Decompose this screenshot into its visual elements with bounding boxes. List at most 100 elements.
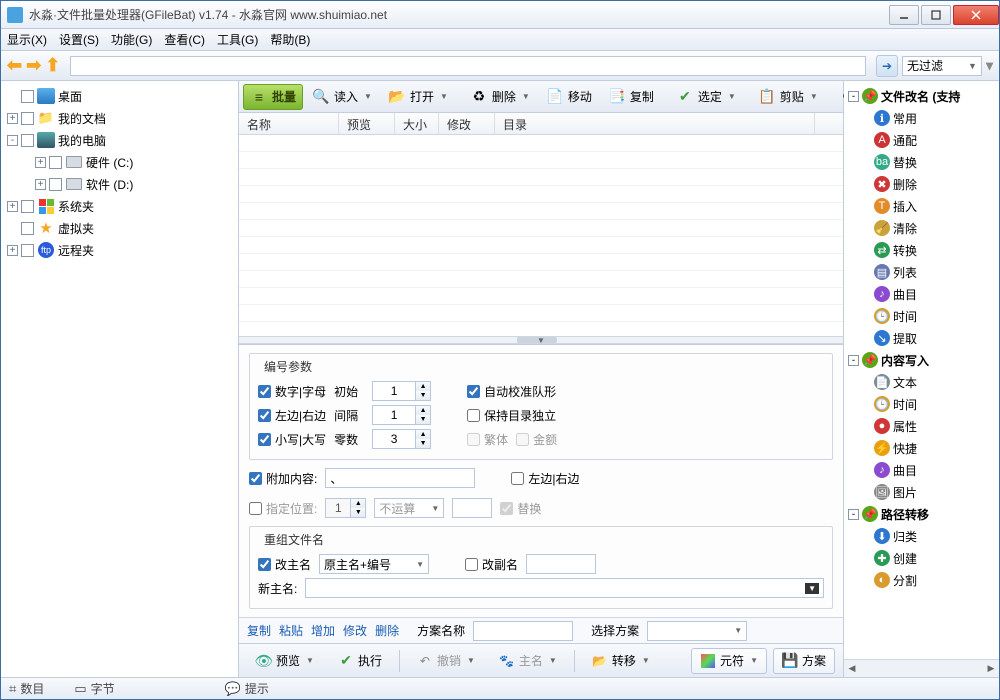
- scheme-select-combo[interactable]: ▼: [647, 621, 747, 641]
- plan-button[interactable]: 💾方案: [773, 648, 835, 674]
- position-val-input[interactable]: [452, 498, 492, 518]
- sub-name-input[interactable]: [526, 554, 596, 574]
- tree-item[interactable]: +📁我的文档: [1, 107, 238, 129]
- splitter[interactable]: ▼: [239, 336, 843, 344]
- menu-item[interactable]: 工具(G): [217, 31, 258, 48]
- new-main-combo[interactable]: ▼: [305, 578, 824, 598]
- ops-item[interactable]: 🧹清除: [844, 217, 999, 239]
- ops-item[interactable]: 📄文本: [844, 371, 999, 393]
- tree-item[interactable]: +系统夹: [1, 195, 238, 217]
- ops-item[interactable]: ⚡快捷: [844, 437, 999, 459]
- select-button[interactable]: ✔选定▼: [669, 84, 743, 110]
- open-button[interactable]: 📂打开▼: [381, 84, 455, 110]
- scheme-link[interactable]: 删除: [375, 622, 399, 639]
- scheme-link[interactable]: 修改: [343, 622, 367, 639]
- expand-icon[interactable]: +: [35, 157, 46, 168]
- checkbox[interactable]: [21, 112, 34, 125]
- up-button[interactable]: ⬆: [45, 55, 60, 76]
- expand-icon[interactable]: +: [7, 201, 18, 212]
- expand-icon[interactable]: [7, 91, 18, 102]
- forward-button[interactable]: ➡: [26, 55, 41, 76]
- list-header[interactable]: 名称预览大小修改目录: [239, 113, 843, 135]
- delete-button[interactable]: ♻删除▼: [463, 84, 537, 110]
- case-check[interactable]: 小写|大写: [258, 431, 326, 448]
- ops-item[interactable]: ba替换: [844, 151, 999, 173]
- checkbox[interactable]: [21, 222, 34, 235]
- ops-item[interactable]: ℹ常用: [844, 107, 999, 129]
- auto-align-check[interactable]: 自动校准队形: [467, 383, 556, 400]
- column-header[interactable]: 名称: [239, 113, 339, 134]
- scheme-link[interactable]: 复制: [247, 622, 271, 639]
- tree-item[interactable]: +软件 (D:): [1, 173, 238, 195]
- read-button[interactable]: 🔍读入▼: [305, 84, 379, 110]
- ops-item[interactable]: ▤列表: [844, 261, 999, 283]
- ops-item[interactable]: A通配: [844, 129, 999, 151]
- tree-item[interactable]: 桌面: [1, 85, 238, 107]
- append-input[interactable]: [325, 468, 475, 488]
- ops-item[interactable]: 🖼图片: [844, 481, 999, 503]
- menu-item[interactable]: 查看(C): [164, 31, 205, 48]
- keep-dir-check[interactable]: 保持目录独立: [467, 407, 556, 424]
- append-check[interactable]: 附加内容:: [249, 470, 317, 487]
- main-name-combo[interactable]: 原主名+编号▼: [319, 554, 429, 574]
- expand-icon[interactable]: +: [7, 113, 18, 124]
- position-check[interactable]: 指定位置:: [249, 500, 317, 517]
- folder-tree[interactable]: 桌面+📁我的文档-我的电脑+硬件 (C:)+软件 (D:)+系统夹★虚拟夹+ft…: [1, 81, 239, 677]
- checkbox[interactable]: [21, 244, 34, 257]
- expand-icon[interactable]: -: [848, 355, 859, 366]
- ops-item[interactable]: ↘提取: [844, 327, 999, 349]
- checkbox[interactable]: [21, 134, 34, 147]
- ops-item[interactable]: ●属性: [844, 415, 999, 437]
- menu-item[interactable]: 帮助(B): [270, 31, 310, 48]
- maximize-button[interactable]: [921, 5, 951, 25]
- back-button[interactable]: ⬅: [7, 55, 22, 76]
- money-check[interactable]: 金额: [516, 431, 557, 448]
- sub-name-check[interactable]: 改副名: [465, 556, 518, 573]
- column-header[interactable]: 修改: [439, 113, 495, 134]
- tree-item[interactable]: ★虚拟夹: [1, 217, 238, 239]
- path-input[interactable]: [70, 56, 866, 76]
- copy-button[interactable]: 📑复制: [601, 84, 661, 110]
- go-button[interactable]: ➔: [876, 55, 898, 77]
- ops-category[interactable]: -📌内容写入: [844, 349, 999, 371]
- scheme-link[interactable]: 增加: [311, 622, 335, 639]
- column-header[interactable]: 大小: [395, 113, 439, 134]
- checkbox[interactable]: [21, 200, 34, 213]
- checkbox[interactable]: [49, 178, 62, 191]
- symbol-button[interactable]: 元符▼: [691, 648, 767, 674]
- file-list[interactable]: [239, 135, 843, 336]
- cut-button[interactable]: 📋剪贴▼: [751, 84, 825, 110]
- expand-icon[interactable]: -: [848, 509, 859, 520]
- traditional-check[interactable]: 繁体: [467, 431, 508, 448]
- close-button[interactable]: [953, 5, 999, 25]
- preview-button[interactable]: 👁预览▼: [247, 648, 323, 674]
- ops-item[interactable]: 🕒时间: [844, 305, 999, 327]
- expand-icon[interactable]: +: [7, 245, 18, 256]
- ops-item[interactable]: ♪曲目: [844, 459, 999, 481]
- checkbox[interactable]: [21, 90, 34, 103]
- gap-spinner[interactable]: ▲▼: [372, 405, 431, 425]
- ops-item[interactable]: 🕒时间: [844, 393, 999, 415]
- expand-icon[interactable]: -: [848, 91, 859, 102]
- execute-button[interactable]: ✔执行: [329, 648, 391, 674]
- transfer-button[interactable]: 📂转移▼: [583, 648, 659, 674]
- expand-icon[interactable]: +: [35, 179, 46, 190]
- tree-item[interactable]: -我的电脑: [1, 129, 238, 151]
- expand-icon[interactable]: -: [7, 135, 18, 146]
- undo-button[interactable]: ↶撤销▼: [408, 648, 484, 674]
- filter-combo[interactable]: 无过滤 ▼: [902, 56, 982, 76]
- left-right-check[interactable]: 左边|右边: [258, 407, 326, 424]
- ops-category[interactable]: -📌路径转移: [844, 503, 999, 525]
- menu-item[interactable]: 功能(G): [111, 31, 152, 48]
- column-header[interactable]: 目录: [495, 113, 815, 134]
- ops-item[interactable]: ⇄转换: [844, 239, 999, 261]
- column-header[interactable]: 预览: [339, 113, 395, 134]
- ops-item[interactable]: T插入: [844, 195, 999, 217]
- append-lr-check[interactable]: 左边|右边: [511, 470, 579, 487]
- menu-item[interactable]: 显示(X): [7, 31, 47, 48]
- position-spinner[interactable]: ▲▼: [325, 498, 366, 518]
- zeros-spinner[interactable]: ▲▼: [372, 429, 431, 449]
- ops-category[interactable]: -📌文件改名 (支持: [844, 85, 999, 107]
- main-name-check[interactable]: 改主名: [258, 556, 311, 573]
- scheme-link[interactable]: 粘贴: [279, 622, 303, 639]
